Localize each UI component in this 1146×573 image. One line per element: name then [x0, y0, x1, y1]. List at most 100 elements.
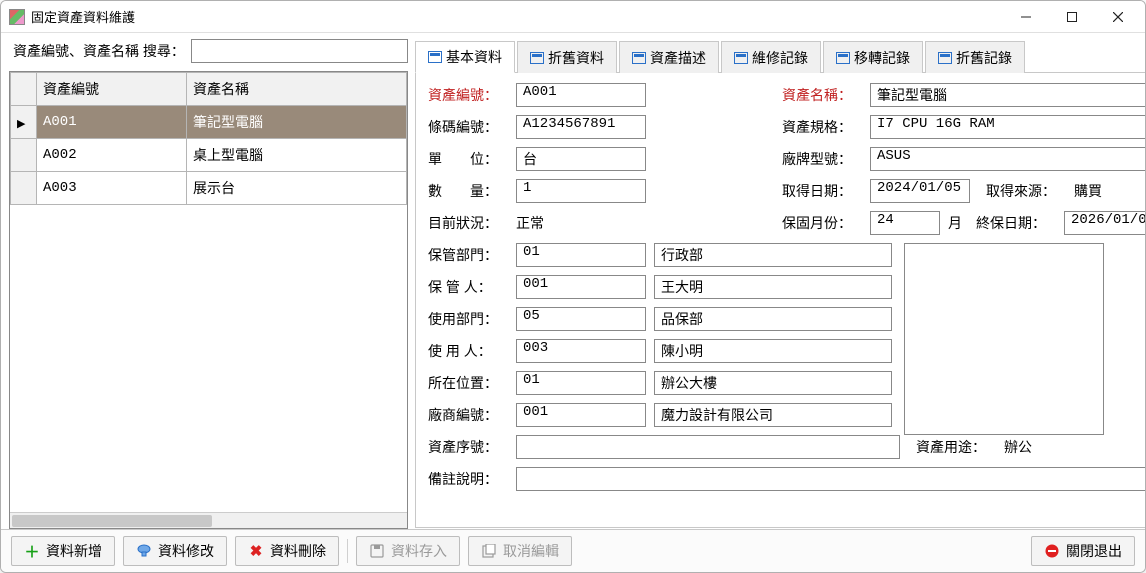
loc-name-field: 辦公大樓: [654, 371, 892, 395]
cancel-button-label: 取消編輯: [503, 541, 559, 561]
keep-dept-label: 保管部門：: [428, 245, 508, 265]
tab-label: 折舊記錄: [956, 48, 1012, 68]
warranty-m-field[interactable]: 24: [870, 211, 940, 235]
asset-name-field[interactable]: 筆記型電腦: [870, 83, 1145, 107]
use-dept-code-field[interactable]: 05: [516, 307, 646, 331]
grid-row[interactable]: A002 桌上型電腦 系: [11, 139, 407, 172]
warranty-m-suffix: 月: [948, 213, 962, 233]
add-button[interactable]: ＋ 資料新增: [11, 536, 115, 566]
barcode-field[interactable]: A1234567891: [516, 115, 646, 139]
close-icon: [1113, 12, 1123, 22]
tab-icon: [938, 52, 952, 64]
add-icon: ＋: [24, 543, 40, 559]
keeper-name-field: 王大明: [654, 275, 892, 299]
tab-repair-log[interactable]: 維修記錄: [721, 41, 821, 73]
get-src-label: 取得來源：: [986, 181, 1066, 201]
tab-body-basic: 資產編號： A001 資產名稱： 筆記型電腦 條碼編號： A1234567891…: [415, 73, 1145, 528]
warranty-end-label: 終保日期：: [976, 213, 1056, 233]
minimize-button[interactable]: [1003, 2, 1049, 32]
unit-label: 單 位：: [428, 149, 508, 169]
keeper-code-field[interactable]: 001: [516, 275, 646, 299]
grid-cell-id: A001: [37, 106, 187, 139]
search-input[interactable]: [191, 39, 408, 63]
user-code-field[interactable]: 003: [516, 339, 646, 363]
asset-no-label: 資產編號：: [428, 85, 508, 105]
tab-basic[interactable]: 基本資料: [415, 41, 515, 73]
user-label: 使 用 人：: [428, 341, 508, 361]
edit-button-label: 資料修改: [158, 541, 214, 561]
warranty-end-field[interactable]: 2026/01/04: [1064, 211, 1145, 235]
tab-description[interactable]: 資產描述: [619, 41, 719, 73]
spec-label: 資產規格：: [782, 117, 862, 137]
edit-icon: [136, 543, 152, 559]
grid-corner: [11, 73, 37, 106]
delete-button[interactable]: ✖ 資料刪除: [235, 536, 339, 566]
tab-label: 折舊資料: [548, 48, 604, 68]
save-button: 資料存入: [356, 536, 460, 566]
tab-icon: [836, 52, 850, 64]
purpose-label: 資產用途：: [916, 437, 996, 457]
keep-dept-code-field[interactable]: 01: [516, 243, 646, 267]
grid-row[interactable]: A003 展示台 系: [11, 172, 407, 205]
minimize-icon: [1021, 12, 1031, 22]
asset-no-field[interactable]: A001: [516, 83, 646, 107]
grid-col-assetno[interactable]: 資產編號: [37, 73, 187, 106]
brand-label: 廠牌型號：: [782, 149, 862, 169]
add-button-label: 資料新增: [46, 541, 102, 561]
status-label: 目前狀況：: [428, 213, 508, 233]
exit-button-label: 關閉退出: [1066, 541, 1122, 561]
row-indicator-icon: ▶: [17, 118, 25, 130]
grid-cell-id: A002: [37, 139, 187, 172]
grid-cell-name: 筆記型電腦: [187, 106, 407, 139]
app-window: 固定資產資料維護 資產編號、資產名稱 搜尋： 資: [0, 0, 1146, 573]
tab-icon: [632, 52, 646, 64]
purpose-value: 辦公: [1004, 437, 1032, 457]
grid-row[interactable]: ▶ A001 筆記型電腦 系: [11, 106, 407, 139]
save-icon: [369, 543, 385, 559]
asset-grid[interactable]: 資產編號 資產名稱 建 ▶ A001 筆記型電腦 系 A002 桌上型電腦: [9, 71, 408, 529]
qty-field[interactable]: 1: [516, 179, 646, 203]
get-src-value: 購買: [1074, 181, 1102, 201]
tab-depreciation[interactable]: 折舊資料: [517, 41, 617, 73]
titlebar: 固定資產資料維護: [1, 1, 1145, 33]
use-dept-name-field: 品保部: [654, 307, 892, 331]
exit-button[interactable]: 關閉退出: [1031, 536, 1135, 566]
edit-button[interactable]: 資料修改: [123, 536, 227, 566]
grid-cell-name: 桌上型電腦: [187, 139, 407, 172]
get-date-label: 取得日期：: [782, 181, 862, 201]
warranty-m-label: 保固月份：: [782, 213, 862, 233]
asset-name-label: 資產名稱：: [782, 85, 862, 105]
get-date-field[interactable]: 2024/01/05: [870, 179, 970, 203]
loc-code-field[interactable]: 01: [516, 371, 646, 395]
tab-transfer-log[interactable]: 移轉記錄: [823, 41, 923, 73]
save-button-label: 資料存入: [391, 541, 447, 561]
vendor-name-field: 魔力設計有限公司: [654, 403, 892, 427]
remark-label: 備註說明：: [428, 469, 508, 489]
close-button[interactable]: [1095, 2, 1141, 32]
status-value: 正常: [516, 213, 646, 233]
cancel-button: 取消編輯: [468, 536, 572, 566]
tabstrip: 基本資料 折舊資料 資產描述 維修記錄 移轉記錄 折舊記錄: [415, 40, 1145, 73]
keep-dept-name-field: 行政部: [654, 243, 892, 267]
grid-horizontal-scrollbar[interactable]: [10, 512, 407, 528]
remark-field[interactable]: [516, 467, 1145, 491]
exit-icon: [1044, 543, 1060, 559]
tab-label: 維修記錄: [752, 48, 808, 68]
vendor-code-field[interactable]: 001: [516, 403, 646, 427]
search-label: 資產編號、資產名稱 搜尋：: [13, 41, 185, 61]
grid-cell-id: A003: [37, 172, 187, 205]
serial-field[interactable]: [516, 435, 900, 459]
barcode-label: 條碼編號：: [428, 117, 508, 137]
use-dept-label: 使用部門：: [428, 309, 508, 329]
spec-field[interactable]: I7 CPU 16G RAM: [870, 115, 1145, 139]
grid-cell-name: 展示台: [187, 172, 407, 205]
unit-field[interactable]: 台: [516, 147, 646, 171]
maximize-icon: [1067, 12, 1077, 22]
tab-depreciation-log[interactable]: 折舊記錄: [925, 41, 1025, 73]
serial-label: 資產序號：: [428, 437, 508, 457]
window-title: 固定資產資料維護: [31, 7, 135, 26]
grid-col-assetname[interactable]: 資產名稱: [187, 73, 407, 106]
tab-label: 移轉記錄: [854, 48, 910, 68]
maximize-button[interactable]: [1049, 2, 1095, 32]
brand-field[interactable]: ASUS: [870, 147, 1145, 171]
